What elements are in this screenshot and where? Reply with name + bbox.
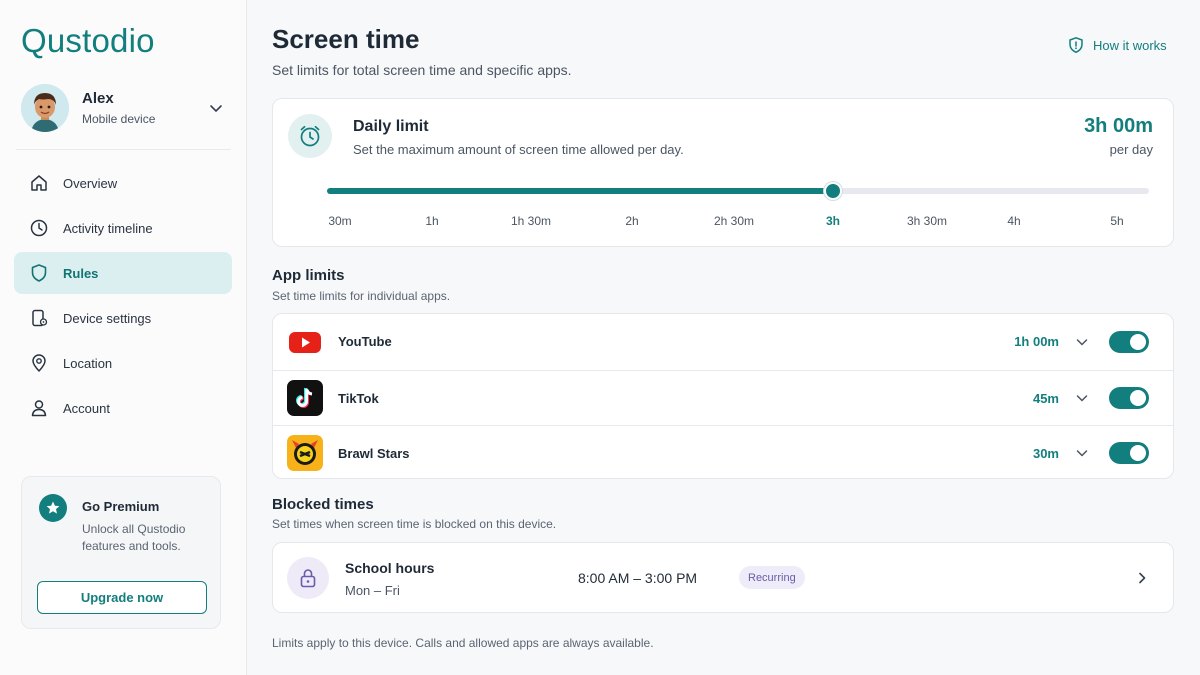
- app-limits-subtitle: Set time limits for individual apps.: [272, 289, 451, 303]
- sidebar: Qustodio Alex Mobile device Overview Act…: [0, 0, 247, 675]
- alarm-clock-icon: [288, 114, 332, 158]
- sidebar-item-label: Rules: [63, 265, 99, 281]
- blocked-time-range: 8:00 AM – 3:00 PM: [578, 570, 698, 586]
- sidebar-divider: [16, 149, 231, 150]
- brawl-stars-icon: [287, 435, 323, 471]
- tiktok-icon: [287, 380, 323, 416]
- avatar: [21, 84, 69, 132]
- app-limit-time: 30m: [1032, 445, 1059, 461]
- sidebar-item-account[interactable]: Account: [14, 387, 232, 429]
- slider-tick: 30m: [328, 214, 352, 228]
- chevron-down-icon[interactable]: [1075, 391, 1089, 405]
- app-limits-title: App limits: [272, 267, 345, 284]
- app-limit-toggle[interactable]: [1109, 442, 1149, 464]
- profile-name: Alex: [82, 90, 114, 107]
- person-icon: [31, 400, 47, 417]
- premium-title: Go Premium: [82, 499, 160, 514]
- app-limit-time: 1h 00m: [1014, 334, 1059, 349]
- page-title: Screen time: [272, 24, 420, 54]
- sidebar-item-label: Activity timeline: [63, 220, 153, 236]
- app-name: TikTok: [338, 390, 379, 406]
- daily-limit-value: 3h 00m: [1084, 115, 1153, 137]
- premium-card: Go Premium Unlock all Qustodio features …: [21, 476, 221, 629]
- lock-icon: [287, 557, 329, 599]
- shield-icon: [1069, 37, 1083, 54]
- sidebar-item-label: Account: [63, 400, 110, 416]
- sidebar-item-activity-timeline[interactable]: Activity timeline: [14, 207, 232, 249]
- blocked-times-title: Blocked times: [272, 496, 374, 513]
- slider-tick: 2h 30m: [713, 214, 755, 228]
- footnote: Limits apply to this device. Calls and a…: [272, 636, 654, 650]
- blocked-time-row-school-hours[interactable]: School hours Mon – Fri 8:00 AM – 3:00 PM…: [272, 542, 1174, 613]
- upgrade-now-button[interactable]: Upgrade now: [37, 581, 207, 614]
- daily-limit-description: Set the maximum amount of screen time al…: [353, 142, 684, 157]
- blocked-time-days: Mon – Fri: [345, 583, 400, 598]
- daily-limit-slider[interactable]: [327, 182, 1149, 200]
- star-icon: [39, 494, 67, 522]
- home-icon: [31, 175, 47, 191]
- app-row-brawl-stars[interactable]: Brawl Stars 30m: [273, 425, 1173, 480]
- youtube-icon: [287, 324, 323, 360]
- slider-tick: 1h: [425, 214, 439, 228]
- slider-tick: 2h: [625, 214, 639, 228]
- qustodio-logo[interactable]: Qustodio: [21, 22, 155, 60]
- sidebar-nav: Overview Activity timeline Rules Device …: [14, 162, 232, 432]
- sidebar-item-location[interactable]: Location: [14, 342, 232, 384]
- daily-limit-unit: per day: [1109, 142, 1153, 157]
- sidebar-item-rules[interactable]: Rules: [14, 252, 232, 294]
- slider-tick-selected: 3h: [825, 214, 841, 228]
- sidebar-item-label: Location: [63, 355, 113, 371]
- how-it-works-label: How it works: [1093, 37, 1167, 53]
- slider-tick: 3h 30m: [906, 214, 948, 228]
- sidebar-item-label: Device settings: [63, 310, 152, 326]
- toggle-knob: [1130, 390, 1146, 406]
- app-limit-toggle[interactable]: [1109, 387, 1149, 409]
- slider-tick: 4h: [1007, 214, 1021, 228]
- device-settings-icon: [32, 309, 48, 327]
- daily-limit-card: Daily limit Set the maximum amount of sc…: [272, 98, 1174, 247]
- slider-fill: [327, 188, 833, 194]
- toggle-knob: [1130, 445, 1146, 461]
- app-name: Brawl Stars: [338, 445, 410, 461]
- slider-handle[interactable]: [823, 182, 842, 200]
- app-limits-list: YouTube 1h 00m TikTok 45m Brawl Stars 30…: [272, 313, 1174, 479]
- chevron-right-icon: [1139, 572, 1146, 584]
- blocked-times-subtitle: Set times when screen time is blocked on…: [272, 517, 557, 531]
- shield-icon: [31, 264, 47, 282]
- chevron-down-icon[interactable]: [1075, 446, 1089, 460]
- app-row-tiktok[interactable]: TikTok 45m: [273, 370, 1173, 425]
- app-name: YouTube: [338, 334, 392, 349]
- how-it-works-link[interactable]: How it works: [1067, 36, 1167, 54]
- slider-tick: 5h: [1110, 214, 1124, 228]
- toggle-knob: [1130, 333, 1146, 350]
- page-subtitle: Set limits for total screen time and spe…: [272, 62, 572, 78]
- sidebar-item-label: Overview: [63, 175, 118, 191]
- avatar-illustration-icon: [21, 84, 69, 132]
- chevron-down-icon[interactable]: [1075, 335, 1089, 349]
- sidebar-item-device-settings[interactable]: Device settings: [14, 297, 232, 339]
- recurring-badge: Recurring: [739, 566, 805, 589]
- chevron-down-icon: [210, 105, 222, 112]
- premium-description: Unlock all Qustodio features and tools.: [82, 522, 186, 553]
- app-limit-toggle[interactable]: [1109, 330, 1149, 353]
- profile-switcher[interactable]: Alex Mobile device: [21, 83, 231, 133]
- sidebar-item-overview[interactable]: Overview: [14, 162, 232, 204]
- app-row-youtube[interactable]: YouTube 1h 00m: [273, 314, 1173, 369]
- clock-icon: [30, 219, 48, 237]
- location-pin-icon: [32, 354, 46, 372]
- app-limit-time: 45m: [1032, 390, 1059, 406]
- profile-device: Mobile device: [82, 112, 156, 126]
- slider-tick: 1h 30m: [510, 214, 552, 228]
- blocked-time-name: School hours: [345, 560, 435, 576]
- daily-limit-title: Daily limit: [353, 118, 429, 135]
